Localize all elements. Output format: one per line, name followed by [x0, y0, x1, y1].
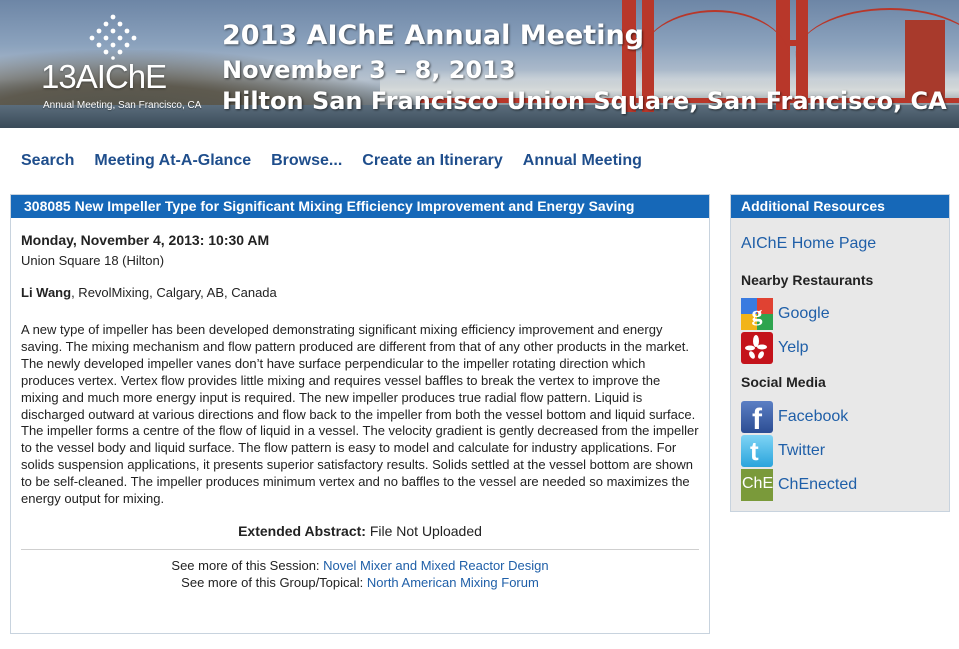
yelp-link[interactable]: Yelp	[741, 332, 809, 364]
main-nav: Search Meeting At-A-Glance Browse... Cre…	[21, 152, 662, 170]
google-link[interactable]: g Google	[741, 298, 830, 330]
meeting-venue: Hilton San Francisco Union Square, San F…	[222, 87, 947, 115]
paper-datetime: Monday, November 4, 2013: 10:30 AM	[21, 232, 270, 248]
twitter-label[interactable]: Twitter	[778, 442, 825, 460]
facebook-link[interactable]: f Facebook	[741, 401, 848, 433]
divider	[21, 548, 699, 550]
social-media-label: Social Media	[741, 374, 826, 390]
yelp-icon	[741, 332, 773, 364]
group-link[interactable]: North American Mixing Forum	[367, 575, 539, 590]
additional-resources-panel: Additional Resources AIChE Home Page Nea…	[730, 194, 950, 512]
additional-resources-title: Additional Resources	[731, 195, 949, 218]
aiche-home-link[interactable]: AIChE Home Page	[741, 235, 876, 253]
yelp-label[interactable]: Yelp	[778, 339, 809, 357]
aiche-logo-tagline: Annual Meeting, San Francisco, CA	[43, 100, 202, 111]
chenected-icon: ChE	[741, 469, 773, 501]
nav-meeting-at-a-glance[interactable]: Meeting At-A-Glance	[94, 152, 251, 170]
author-affiliation: , RevolMixing, Calgary, AB, Canada	[71, 285, 277, 300]
chenected-label[interactable]: ChEnected	[778, 476, 857, 494]
nearby-restaurants-label: Nearby Restaurants	[741, 272, 874, 288]
extended-abstract-value: File Not Uploaded	[365, 522, 482, 539]
aiche-logo-icon	[89, 14, 137, 60]
meeting-dates: November 3 – 8, 2013	[222, 56, 516, 84]
see-more-group: See more of this Group/Topical: North Am…	[181, 574, 539, 590]
meeting-title: 2013 AIChE Annual Meeting	[222, 20, 645, 51]
header-banner: 13AIChE Annual Meeting, San Francisco, C…	[0, 0, 959, 128]
nav-annual-meeting[interactable]: Annual Meeting	[523, 152, 642, 170]
google-icon: g	[741, 298, 773, 330]
author-name[interactable]: Li Wang	[21, 285, 71, 300]
facebook-label[interactable]: Facebook	[778, 408, 848, 426]
google-label[interactable]: Google	[778, 305, 830, 323]
aiche-logo-text: 13AIChE	[41, 58, 167, 95]
paper-body: Monday, November 4, 2013: 10:30 AM Union…	[11, 218, 709, 591]
paper-room: Union Square 18 (Hilton)	[21, 253, 165, 268]
extended-abstract-label: Extended Abstract:	[238, 522, 366, 539]
nav-create-itinerary[interactable]: Create an Itinerary	[362, 152, 503, 170]
nav-browse[interactable]: Browse...	[271, 152, 342, 170]
chenected-link[interactable]: ChE ChEnected	[741, 469, 857, 501]
twitter-link[interactable]: t Twitter	[741, 435, 825, 467]
paper-author: Li Wang, RevolMixing, Calgary, AB, Canad…	[21, 284, 699, 301]
facebook-icon: f	[741, 401, 773, 433]
session-link[interactable]: Novel Mixer and Mixed Reactor Design	[323, 558, 548, 573]
paper-panel: 308085 New Impeller Type for Significant…	[10, 194, 710, 634]
twitter-icon: t	[741, 435, 773, 467]
paper-title: 308085 New Impeller Type for Significant…	[11, 195, 709, 218]
paper-abstract: A new type of impeller has been develope…	[21, 322, 699, 507]
see-more-session: See more of this Session: Novel Mixer an…	[171, 557, 549, 573]
extended-abstract: Extended Abstract: File Not Uploaded	[21, 523, 699, 540]
nav-search[interactable]: Search	[21, 152, 74, 170]
